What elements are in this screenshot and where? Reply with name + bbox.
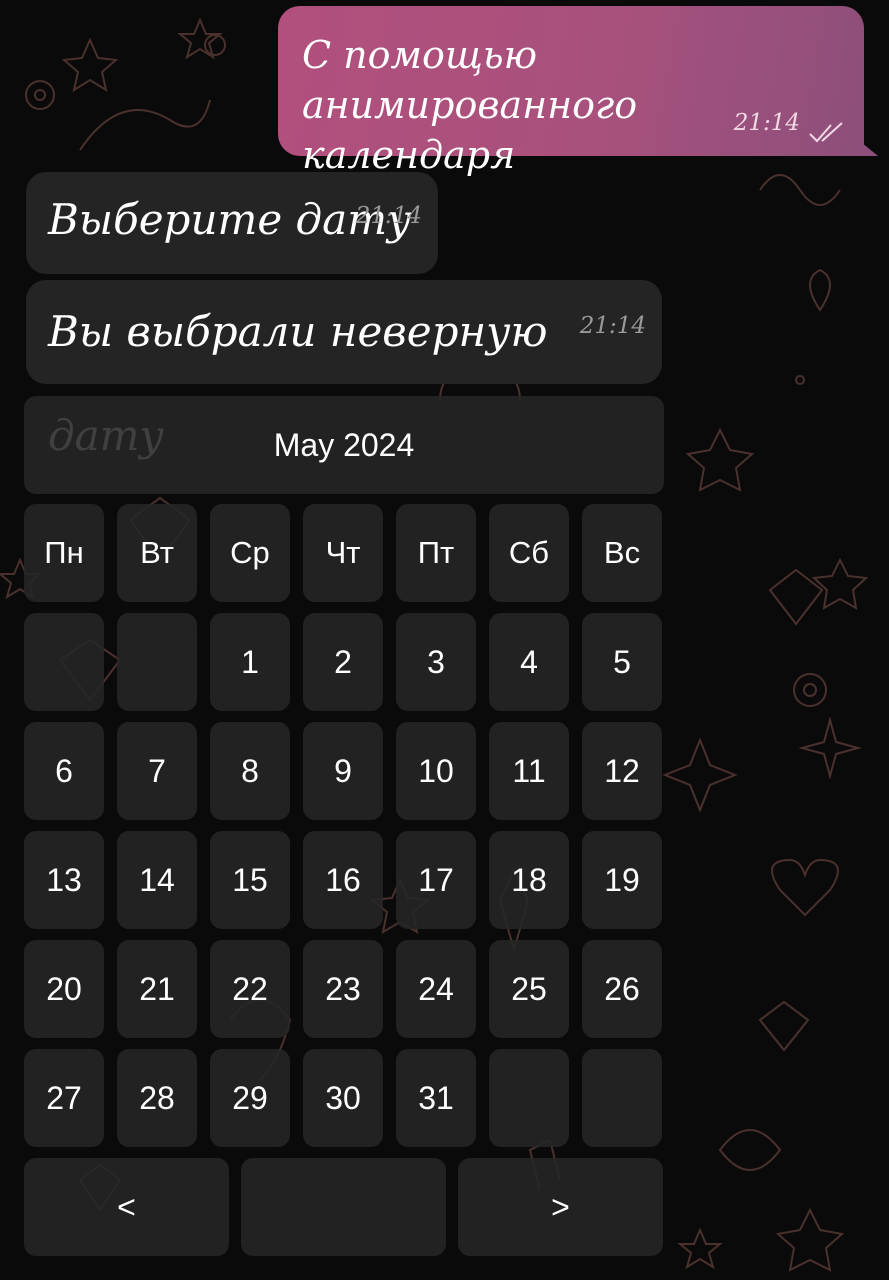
calendar-day-label: 9 bbox=[334, 752, 352, 789]
calendar-day-label: 29 bbox=[232, 1079, 268, 1116]
calendar-day-button[interactable]: 16 bbox=[303, 831, 383, 929]
calendar-day-button[interactable]: 24 bbox=[396, 940, 476, 1038]
calendar-day-label: 25 bbox=[511, 970, 547, 1007]
weekday-button[interactable]: Вт bbox=[117, 504, 197, 602]
incoming-message[interactable]: Выберите дату 21:14 bbox=[26, 172, 438, 274]
calendar-day-button[interactable]: 19 bbox=[582, 831, 662, 929]
weekday-button[interactable]: Сб bbox=[489, 504, 569, 602]
calendar-day-button[interactable]: 10 bbox=[396, 722, 476, 820]
calendar-day-button[interactable]: 17 bbox=[396, 831, 476, 929]
calendar-day-button[interactable]: 13 bbox=[24, 831, 104, 929]
calendar-day-label: 4 bbox=[520, 643, 538, 680]
calendar-day-label: 7 bbox=[148, 752, 166, 789]
calendar-day-button[interactable]: 3 bbox=[396, 613, 476, 711]
calendar-day-label: 16 bbox=[325, 861, 361, 898]
calendar-day-label: 3 bbox=[427, 643, 445, 680]
calendar-day-button[interactable]: 6 bbox=[24, 722, 104, 820]
calendar-day-label: 18 bbox=[511, 861, 547, 898]
weekday-label: Пт bbox=[417, 535, 455, 570]
calendar-day-button[interactable]: 30 bbox=[303, 1049, 383, 1147]
prev-month-label: < bbox=[117, 1188, 136, 1225]
calendar-day-button[interactable]: 18 bbox=[489, 831, 569, 929]
calendar-day-button[interactable]: 9 bbox=[303, 722, 383, 820]
weekday-button[interactable]: Ср bbox=[210, 504, 290, 602]
calendar-day-button[interactable]: 22 bbox=[210, 940, 290, 1038]
calendar-day-label: 10 bbox=[418, 752, 454, 789]
weekday-label: Вс bbox=[603, 535, 641, 570]
calendar-day-button[interactable]: 31 bbox=[396, 1049, 476, 1147]
calendar-day-button[interactable]: 11 bbox=[489, 722, 569, 820]
incoming-message-time: 21:14 bbox=[355, 203, 422, 229]
calendar-day-button[interactable]: 27 bbox=[24, 1049, 104, 1147]
calendar-day-button[interactable] bbox=[24, 613, 104, 711]
calendar-day-label: 17 bbox=[418, 861, 454, 898]
calendar-day-label: 24 bbox=[418, 970, 454, 1007]
weekday-label: Пн bbox=[44, 535, 84, 570]
weekday-button[interactable]: Пн bbox=[24, 504, 104, 602]
calendar-day-label: 11 bbox=[512, 752, 546, 789]
next-month-button[interactable]: > bbox=[458, 1158, 663, 1256]
calendar-day-button[interactable]: 5 bbox=[582, 613, 662, 711]
incoming-message-time: 21:14 bbox=[579, 313, 646, 339]
outgoing-message-text: С помощью анимированного календаря bbox=[302, 33, 638, 177]
calendar-day-button[interactable] bbox=[582, 1049, 662, 1147]
calendar-day-label: 20 bbox=[46, 970, 82, 1007]
prev-month-button[interactable]: < bbox=[24, 1158, 229, 1256]
calendar-day-button[interactable] bbox=[489, 1049, 569, 1147]
read-checkmarks-icon bbox=[809, 122, 843, 143]
bubble-tail bbox=[856, 138, 878, 156]
calendar-day-button[interactable]: 2 bbox=[303, 613, 383, 711]
calendar-day-label: 26 bbox=[604, 970, 640, 1007]
calendar-day-label: 27 bbox=[46, 1079, 82, 1116]
calendar-day-button[interactable] bbox=[117, 613, 197, 711]
weekday-label: Ср bbox=[230, 535, 270, 570]
weekday-label: Вт bbox=[140, 535, 174, 570]
calendar-day-label: 31 bbox=[418, 1079, 454, 1116]
incoming-message[interactable]: Вы выбрали неверную дату 21:14 bbox=[26, 280, 662, 460]
weekday-button[interactable]: Вс bbox=[582, 504, 662, 602]
outgoing-message[interactable]: С помощью анимированного календаря 21:14 bbox=[278, 6, 878, 177]
calendar-day-button[interactable]: 26 bbox=[582, 940, 662, 1038]
weekday-label: Сб bbox=[508, 535, 550, 570]
calendar-month-label: May 2024 bbox=[273, 426, 415, 463]
calendar-day-button[interactable]: 25 bbox=[489, 940, 569, 1038]
calendar-day-button[interactable]: 4 bbox=[489, 613, 569, 711]
calendar-day-button[interactable]: 14 bbox=[117, 831, 197, 929]
calendar-month-button[interactable]: May 2024 bbox=[24, 396, 664, 494]
calendar-day-label: 12 bbox=[604, 752, 640, 789]
weekday-button[interactable]: Чт bbox=[303, 504, 383, 602]
weekday-label: Чт bbox=[325, 535, 361, 570]
calendar-day-button[interactable]: 29 bbox=[210, 1049, 290, 1147]
calendar-day-label: 21 bbox=[139, 970, 175, 1007]
calendar-day-label: 14 bbox=[139, 861, 175, 898]
calendar-day-label: 15 bbox=[232, 861, 268, 898]
calendar-day-label: 28 bbox=[139, 1079, 175, 1116]
calendar-day-button[interactable]: 8 bbox=[210, 722, 290, 820]
weekday-button[interactable]: Пт bbox=[396, 504, 476, 602]
calendar-day-button[interactable]: 12 bbox=[582, 722, 662, 820]
calendar-day-label: 6 bbox=[55, 752, 73, 789]
outgoing-message-time: 21:14 bbox=[733, 110, 800, 136]
calendar-day-button[interactable]: 20 bbox=[24, 940, 104, 1038]
calendar-day-label: 13 bbox=[46, 861, 82, 898]
calendar-day-button[interactable]: 21 bbox=[117, 940, 197, 1038]
next-month-label: > bbox=[551, 1188, 570, 1225]
calendar-day-label: 1 bbox=[241, 643, 259, 680]
calendar-day-button[interactable]: 28 bbox=[117, 1049, 197, 1147]
calendar-day-button[interactable]: 23 bbox=[303, 940, 383, 1038]
calendar-day-label: 5 bbox=[613, 643, 631, 680]
calendar-day-label: 30 bbox=[325, 1079, 361, 1116]
calendar-day-button[interactable]: 15 bbox=[210, 831, 290, 929]
calendar-day-button[interactable]: 1 bbox=[210, 613, 290, 711]
calendar-day-label: 19 bbox=[604, 861, 640, 898]
calendar-day-label: 23 bbox=[325, 970, 361, 1007]
calendar-day-button[interactable]: 7 bbox=[117, 722, 197, 820]
calendar-day-label: 2 bbox=[334, 643, 352, 680]
calendar-blank-button[interactable] bbox=[241, 1158, 446, 1256]
calendar-day-label: 8 bbox=[241, 752, 259, 789]
calendar-day-label: 22 bbox=[232, 970, 268, 1007]
